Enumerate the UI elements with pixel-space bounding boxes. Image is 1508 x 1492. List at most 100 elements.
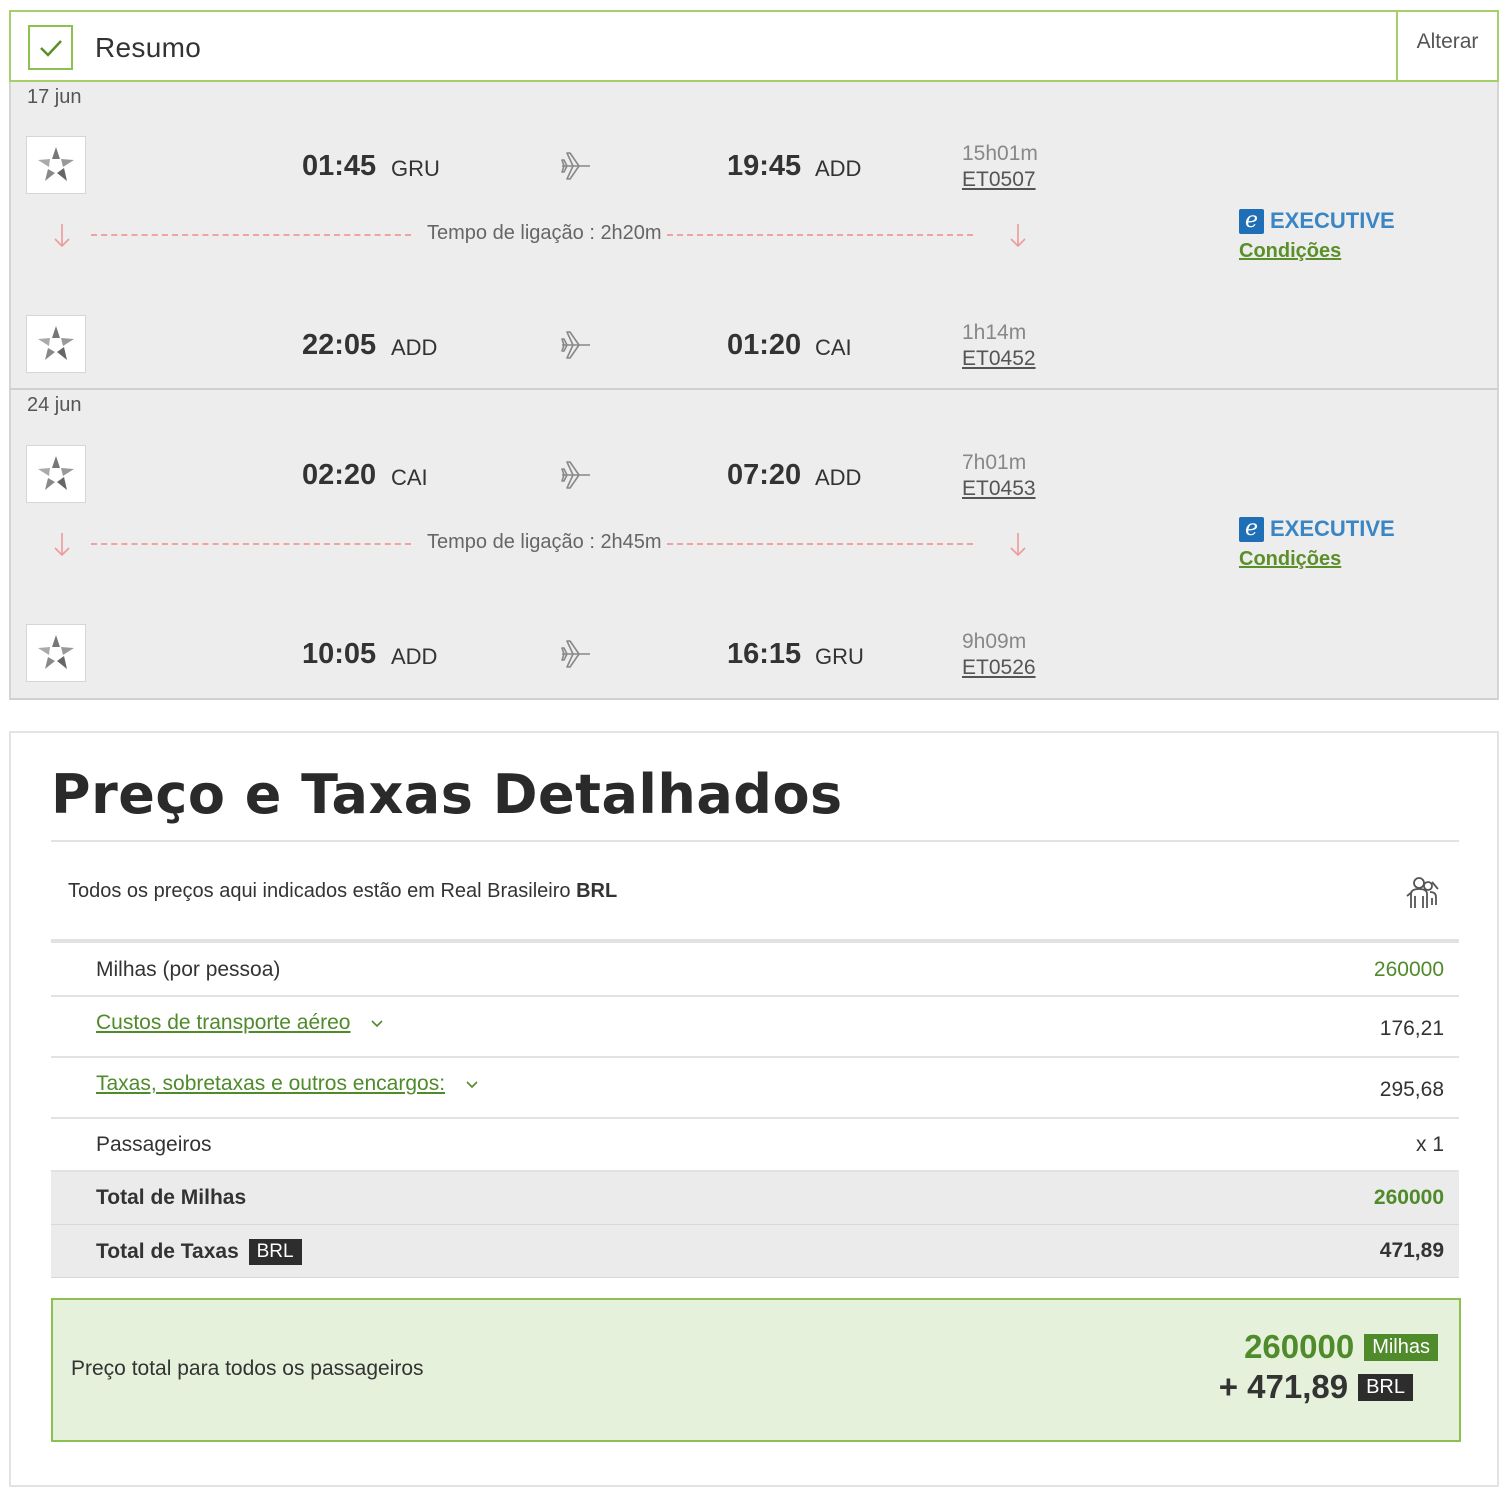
arrow-down-icon	[1010, 224, 1026, 248]
price-table: Milhas (por pessoa) 260000 Custos de tra…	[51, 939, 1459, 1278]
arrival-airport: ADD	[815, 156, 862, 181]
star-alliance-logo-icon	[26, 136, 86, 194]
cabin-name: EXECUTIVE	[1270, 208, 1395, 233]
grand-total-brl: + 471,89 BRL	[1219, 1368, 1413, 1406]
arrival-airport: GRU	[815, 644, 864, 669]
return-itinerary: 24 jun 02:20 CAI 07:20 ADD 7h01m ET0453 …	[9, 390, 1499, 700]
layover-row: Tempo de ligação : 2h45m	[11, 529, 1071, 559]
chevron-down-icon[interactable]	[465, 1079, 479, 1089]
arrival-time: 19:45	[727, 150, 802, 182]
departure-time: 02:20	[302, 459, 377, 491]
layover-time: Tempo de ligação : 2h20m	[427, 222, 662, 244]
plane-icon	[559, 458, 593, 497]
flight-duration: 15h01m	[962, 142, 1038, 165]
layover-row: Tempo de ligação : 2h20m	[11, 220, 1071, 250]
flight-segment: 22:05 ADD 01:20 CAI 1h14m ET0452	[11, 315, 1497, 375]
summary-title: Resumo	[95, 32, 202, 63]
plane-icon	[559, 328, 593, 367]
conditions-link[interactable]: Condições	[1239, 240, 1395, 263]
cabin-name: EXECUTIVE	[1270, 516, 1395, 541]
transport-costs-value: 176,21	[1379, 1017, 1444, 1040]
layover-time: Tempo de ligação : 2h45m	[427, 531, 662, 553]
taxes-value: 295,68	[1379, 1078, 1444, 1101]
grand-total-miles-value: 260000	[1244, 1328, 1355, 1365]
star-alliance-logo-icon	[26, 624, 86, 682]
flight-segment: 10:05 ADD 16:15 GRU 9h09m ET0526	[11, 624, 1497, 684]
total-taxes-label: Total de Taxas	[96, 1240, 239, 1263]
flight-segment: 02:20 CAI 07:20 ADD 7h01m ET0453	[11, 445, 1497, 505]
departure-airport: ADD	[391, 335, 438, 360]
arrival-time: 07:20	[727, 459, 802, 491]
departure-time: 01:45	[302, 150, 377, 182]
arrival-airport: CAI	[815, 335, 852, 360]
total-taxes-row: Total de Taxas BRL 471,89	[51, 1225, 1459, 1278]
layover-divider	[667, 234, 973, 236]
price-breakdown-panel: Preço e Taxas Detalhados Todos os preços…	[9, 731, 1499, 1487]
total-taxes-label-group: Total de Taxas BRL	[96, 1239, 302, 1265]
star-alliance-logo-icon	[26, 445, 86, 503]
summary-header: Resumo Alterar	[9, 10, 1499, 82]
departure-airport: CAI	[391, 465, 428, 490]
plane-icon	[559, 149, 593, 188]
departure-airport: GRU	[391, 156, 440, 181]
flight-duration: 1h14m	[962, 321, 1027, 344]
currency-note-text: Todos os preços aqui indicados estão em …	[68, 880, 571, 902]
page-title: Preço e Taxas Detalhados	[51, 763, 843, 826]
arrival-time: 01:20	[727, 329, 802, 361]
total-miles-label: Total de Milhas	[96, 1186, 247, 1209]
price-row: Milhas (por pessoa) 260000	[51, 943, 1459, 997]
transport-costs-toggle[interactable]: Custos de transporte aéreo	[96, 1011, 384, 1035]
flight-duration: 7h01m	[962, 451, 1027, 474]
bound-date: 24 jun	[27, 394, 82, 416]
price-row: Custos de transporte aéreo 176,21	[51, 997, 1459, 1058]
check-icon	[28, 25, 73, 70]
currency-tag: BRL	[248, 1239, 302, 1265]
currency-code: BRL	[576, 880, 618, 902]
passengers-value: x 1	[1415, 1133, 1444, 1156]
arrow-down-icon	[54, 224, 70, 248]
miles-tag: Milhas	[1364, 1333, 1438, 1361]
flight-number-link[interactable]: ET0526	[962, 656, 1036, 680]
arrival-airport: ADD	[815, 465, 862, 490]
flight-number-link[interactable]: ET0453	[962, 477, 1036, 501]
flight-duration: 9h09m	[962, 630, 1027, 653]
flight-number-link[interactable]: ET0507	[962, 168, 1036, 192]
executive-badge-icon: e	[1239, 516, 1264, 542]
outbound-itinerary: 17 jun 01:45 GRU 19:45 ADD 15h01m ET0507…	[9, 82, 1499, 390]
passengers-label: Passageiros	[96, 1133, 212, 1156]
total-miles-value: 260000	[1373, 1186, 1444, 1209]
layover-divider	[667, 543, 973, 545]
departure-airport: ADD	[391, 644, 438, 669]
grand-total-box: Preço total para todos os passageiros 26…	[51, 1298, 1461, 1442]
price-row: Passageiros x 1	[51, 1119, 1459, 1172]
arrow-down-icon	[54, 533, 70, 557]
flight-segment: 01:45 GRU 19:45 ADD 15h01m ET0507	[11, 136, 1497, 196]
brl-tag: BRL	[1358, 1373, 1413, 1401]
taxes-toggle[interactable]: Taxas, sobretaxas e outros encargos:	[96, 1072, 479, 1096]
cabin-class: e EXECUTIVE Condições	[1239, 208, 1395, 263]
conditions-link[interactable]: Condições	[1239, 548, 1395, 571]
bound-date: 17 jun	[27, 86, 82, 108]
total-miles-row: Total de Milhas 260000	[51, 1172, 1459, 1225]
flight-number-link[interactable]: ET0452	[962, 347, 1036, 371]
departure-time: 22:05	[302, 329, 377, 361]
arrival-time: 16:15	[727, 638, 802, 670]
grand-total-brl-value: + 471,89	[1218, 1368, 1349, 1405]
departure-time: 10:05	[302, 638, 377, 670]
arrow-down-icon	[1010, 533, 1026, 557]
chevron-down-icon[interactable]	[370, 1018, 384, 1028]
taxes-label[interactable]: Taxas, sobretaxas e outros encargos:	[96, 1072, 445, 1095]
executive-badge-icon: e	[1239, 208, 1264, 234]
plane-icon	[559, 637, 593, 676]
miles-per-person-value: 260000	[1373, 958, 1444, 981]
change-button[interactable]: Alterar	[1396, 12, 1497, 80]
price-row: Taxas, sobretaxas e outros encargos: 295…	[51, 1058, 1459, 1119]
passengers-icon	[1402, 874, 1442, 919]
transport-costs-label[interactable]: Custos de transporte aéreo	[96, 1011, 350, 1034]
grand-total-miles: 260000 Milhas	[1244, 1328, 1438, 1366]
grand-total-label: Preço total para todos os passageiros	[71, 1357, 424, 1380]
currency-note: Todos os preços aqui indicados estão em …	[68, 880, 617, 903]
layover-divider	[91, 543, 411, 545]
total-taxes-value: 471,89	[1379, 1239, 1444, 1262]
star-alliance-logo-icon	[26, 315, 86, 373]
